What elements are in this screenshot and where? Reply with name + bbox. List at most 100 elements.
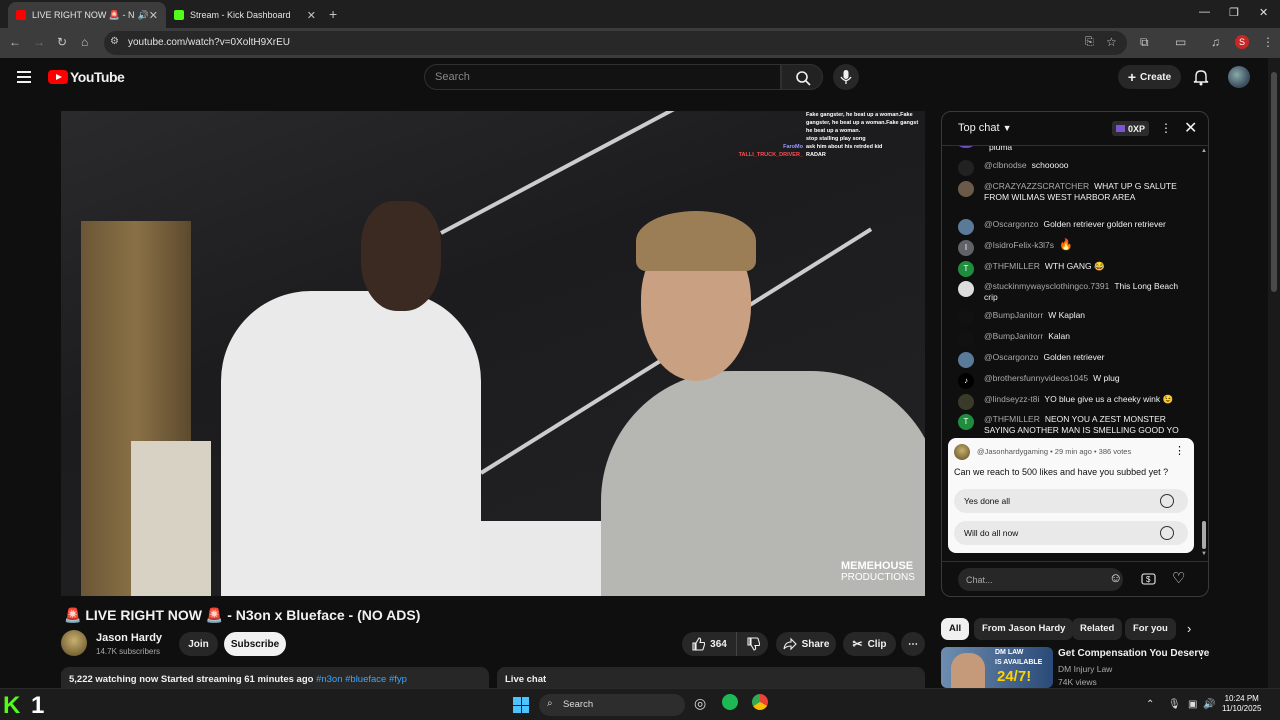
live-chat-tab[interactable]: Live chat (497, 667, 925, 689)
search-input[interactable] (435, 71, 765, 83)
page-scrollbar[interactable] (1268, 58, 1280, 688)
windows-start-icon[interactable] (513, 697, 529, 713)
profile-avatar[interactable]: S (1235, 35, 1249, 49)
network-icon[interactable]: ▣ (1188, 699, 1197, 710)
chrome-app-icon[interactable] (752, 694, 768, 710)
super-chat-icon[interactable]: $ (1141, 572, 1156, 590)
recommendation-thumbnail[interactable]: DM LAW IS AVAILABLE 24/7! (941, 647, 1053, 688)
microphone-tray-icon[interactable]: 🎙 (1168, 699, 1181, 710)
chevron-right-icon[interactable]: › (1187, 621, 1191, 636)
video-player[interactable]: Fake gangster, he beat up a woman.Fake g… (61, 111, 925, 596)
close-window-icon[interactable]: ✕ (1259, 6, 1268, 19)
bookmark-star-icon[interactable]: ☆ (1106, 35, 1117, 49)
live-chat-panel: Top chat ▼ 0XP ⋮ ✕ pluma @clbnodse schoooo… (941, 111, 1209, 597)
back-icon[interactable]: ← (9, 35, 21, 49)
overlay-chat-line: stop stalling play song (806, 136, 866, 142)
youtube-logo[interactable]: YouTube (48, 69, 125, 85)
scroll-down-icon[interactable]: ▼ (1201, 551, 1207, 557)
menu-icon[interactable] (17, 71, 31, 86)
notifications-bell-icon[interactable] (1193, 68, 1209, 86)
thumbnail-person (951, 653, 985, 688)
recommendation-title[interactable]: Get Compensation You Deserve (1058, 648, 1209, 659)
chat-scrollbar[interactable]: ▲ ▼ (1200, 146, 1208, 560)
address-bar[interactable]: ⚙ youtube.com/watch?v=0XoltH9XrEU ⎘ ☆ (104, 31, 1127, 55)
create-label: Create (1140, 71, 1172, 83)
emoji-icon[interactable]: ☺ (1109, 570, 1122, 585)
recommendation-channel[interactable]: DM Injury Law (1058, 664, 1112, 674)
create-button[interactable]: + Create (1118, 65, 1181, 89)
home-icon[interactable]: ⌂ (81, 35, 88, 49)
poll-more-icon[interactable]: ⋮ (1174, 444, 1185, 457)
channel-name[interactable]: Jason Hardy (96, 632, 162, 644)
chip-from-channel[interactable]: From Jason Hardy (974, 618, 1074, 640)
join-button[interactable]: Join (179, 632, 218, 656)
new-tab-icon[interactable]: + (329, 6, 337, 22)
obs-app-icon[interactable]: ◎ (694, 695, 706, 712)
browser-menu-icon[interactable]: ⋮ (1262, 35, 1274, 49)
close-tab-icon[interactable]: ✕ (149, 9, 158, 22)
clip-label: Clip (867, 638, 887, 650)
extensions-icon[interactable]: ⧉ (1140, 35, 1149, 50)
chat-mode-dropdown[interactable]: Top chat ▼ (958, 122, 1012, 134)
poll-radio[interactable] (1160, 526, 1174, 540)
chat-message: @CRAZYAZZSCRATCHER WHAT UP G SALUTE FROM … (958, 181, 1190, 203)
close-tab-icon[interactable]: ✕ (307, 9, 316, 22)
xp-badge[interactable]: 0XP (1112, 121, 1150, 136)
scrollbar-thumb[interactable] (1271, 72, 1277, 292)
chat-message: @BumpJanitorr W Kaplan (958, 310, 1190, 326)
chat-message: @clbnodse schooooo (958, 160, 1190, 176)
search-box[interactable] (424, 64, 781, 90)
description-box[interactable]: 5,222 watching now Started streaming 61 … (61, 667, 489, 689)
scroll-up-icon[interactable]: ▲ (1201, 148, 1207, 154)
side-panel-icon[interactable]: ▭ (1175, 35, 1186, 49)
site-info-icon[interactable]: ⚙ (110, 36, 119, 47)
tab-youtube[interactable]: LIVE RIGHT NOW 🚨 - N 🔊 ✕ (8, 2, 166, 28)
more-actions-button[interactable]: ⋯ (901, 632, 925, 656)
share-icon (783, 637, 797, 651)
account-avatar[interactable] (1228, 66, 1250, 88)
like-button[interactable]: 364 (682, 632, 736, 656)
chat-avatar (958, 352, 974, 368)
share-button[interactable]: Share (776, 632, 836, 656)
overlay-chat-line: gangster, he beat up a woman.Fake gangst (806, 120, 919, 126)
thumbs-up-icon (692, 637, 706, 651)
chat-input[interactable] (958, 568, 1123, 591)
tab-kick-dashboard[interactable]: Stream - Kick Dashboard ✕ (166, 2, 324, 28)
voice-search-button[interactable] (833, 64, 859, 90)
channel-avatar[interactable] (61, 630, 87, 656)
chat-more-icon[interactable]: ⋮ (1160, 121, 1172, 135)
clip-button[interactable]: ✂ Clip (843, 632, 896, 656)
kick-logo-icon[interactable]: K (3, 692, 20, 720)
system-clock[interactable]: 10:24 PM 11/10/2025 (1222, 694, 1261, 714)
subscribe-button[interactable]: Subscribe (224, 632, 286, 656)
chat-message: T @THFMILLER WTH GANG 😂 (958, 261, 1190, 277)
tray-overflow-icon[interactable]: ⌃ (1146, 699, 1154, 710)
chip-related[interactable]: Related (1072, 618, 1123, 640)
install-app-icon[interactable]: ⎘ (1085, 36, 1094, 49)
reload-icon[interactable]: ↻ (57, 35, 67, 49)
heart-icon[interactable]: ♡ (1172, 569, 1185, 587)
minimize-icon[interactable]: — (1199, 6, 1210, 18)
restore-icon[interactable]: ❐ (1229, 6, 1239, 19)
chip-for-you[interactable]: For you (1125, 618, 1176, 640)
close-chat-icon[interactable]: ✕ (1184, 118, 1197, 138)
media-control-icon[interactable]: ♫ (1211, 35, 1220, 49)
taskbar-search[interactable]: ⌕ Search (539, 694, 685, 716)
chip-all[interactable]: All (941, 618, 970, 640)
poll-radio[interactable] (1160, 494, 1174, 508)
overlay-chat-line: Fake gangster, he beat up a woman.Fake (806, 112, 913, 118)
poll-option[interactable]: Will do all now (954, 521, 1188, 545)
chat-scrollbar-thumb[interactable] (1202, 521, 1206, 549)
spotify-app-icon[interactable] (722, 694, 738, 710)
chat-message: pluma (958, 146, 1190, 153)
crown-icon (1116, 125, 1125, 132)
hashtags[interactable]: #n3on #blueface #fyp (316, 674, 407, 685)
dislike-button[interactable] (736, 632, 768, 656)
chat-message-list[interactable]: pluma @clbnodse schooooo @CRAZYAZZSCRATCH… (942, 146, 1208, 436)
poll-option[interactable]: Yes done all (954, 489, 1188, 513)
recommendation-more-icon[interactable]: ⋮ (1196, 648, 1207, 661)
search-button[interactable] (781, 64, 823, 90)
volume-icon[interactable]: 🔊 (1203, 699, 1215, 710)
tab-title: Stream - Kick Dashboard (190, 10, 291, 20)
forward-icon[interactable]: → (33, 35, 45, 49)
